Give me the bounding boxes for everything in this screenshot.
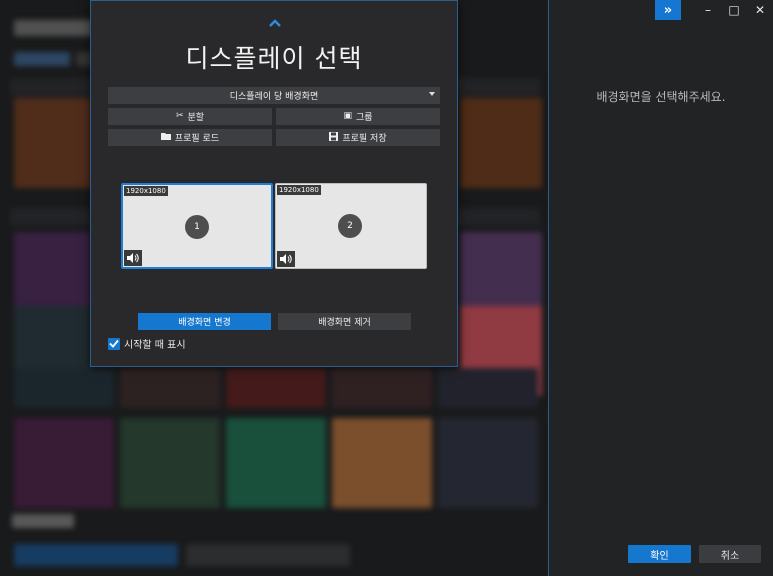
speaker-icon[interactable] (124, 250, 142, 266)
display-mode-select[interactable]: 디스플레이 당 배경화면 (108, 87, 440, 104)
monitor-number: 1 (185, 215, 209, 239)
dialog-title: 디스플레이 선택 (185, 44, 363, 73)
side-panel: » – □ ✕ 배경화면을 선택해주세요. 확인 취소 (548, 0, 773, 576)
show-on-start-checkbox[interactable] (108, 337, 120, 350)
show-on-start-label: 시작할 때 표시 (124, 340, 186, 351)
monitor-1[interactable]: 1920x1080 1 (121, 183, 273, 269)
expand-button[interactable]: » (655, 0, 681, 20)
group-icon: ▣ (343, 111, 352, 121)
display-mode-value: 디스플레이 당 배경화면 (229, 92, 319, 102)
group-button[interactable]: ▣ 그룹 (276, 108, 440, 125)
dropdown-caret-icon (429, 92, 435, 96)
monitor-number: 2 (338, 214, 362, 238)
scissors-icon: ✂ (175, 111, 184, 121)
select-wallpaper-message: 배경화면을 선택해주세요. (596, 90, 726, 104)
split-button[interactable]: ✂ 분할 (108, 108, 272, 125)
split-label: 분할 (187, 113, 205, 123)
display-select-dialog: 디스플레이 선택 디스플레이 당 배경화면 ✂ 분할 ▣ 그룹 프로필 로드 프… (90, 0, 458, 367)
speaker-icon[interactable] (277, 251, 295, 267)
show-on-start-option[interactable]: 시작할 때 표시 (108, 336, 186, 351)
monitor-resolution: 1920x1080 (124, 186, 168, 196)
profile-save-label: 프로필 저장 (342, 134, 387, 144)
cancel-button[interactable]: 취소 (699, 545, 761, 563)
close-button[interactable]: ✕ (747, 0, 773, 20)
profile-save-button[interactable]: 프로필 저장 (276, 129, 440, 146)
monitor-2[interactable]: 1920x1080 2 (275, 183, 427, 269)
folder-icon (160, 132, 171, 143)
monitor-resolution: 1920x1080 (277, 185, 321, 195)
change-wallpaper-button[interactable]: 배경화면 변경 (138, 313, 271, 330)
maximize-button[interactable]: □ (721, 0, 747, 20)
minimize-button[interactable]: – (695, 0, 721, 20)
check-icon (109, 339, 119, 348)
group-label: 그룹 (355, 113, 373, 123)
chevron-up-icon[interactable] (268, 18, 282, 28)
profile-load-label: 프로필 로드 (174, 134, 220, 144)
confirm-button[interactable]: 확인 (628, 545, 691, 563)
window-controls: » – □ ✕ (655, 0, 773, 20)
remove-wallpaper-button[interactable]: 배경화면 제거 (278, 313, 411, 330)
profile-load-button[interactable]: 프로필 로드 (108, 129, 272, 146)
save-icon (329, 131, 339, 144)
